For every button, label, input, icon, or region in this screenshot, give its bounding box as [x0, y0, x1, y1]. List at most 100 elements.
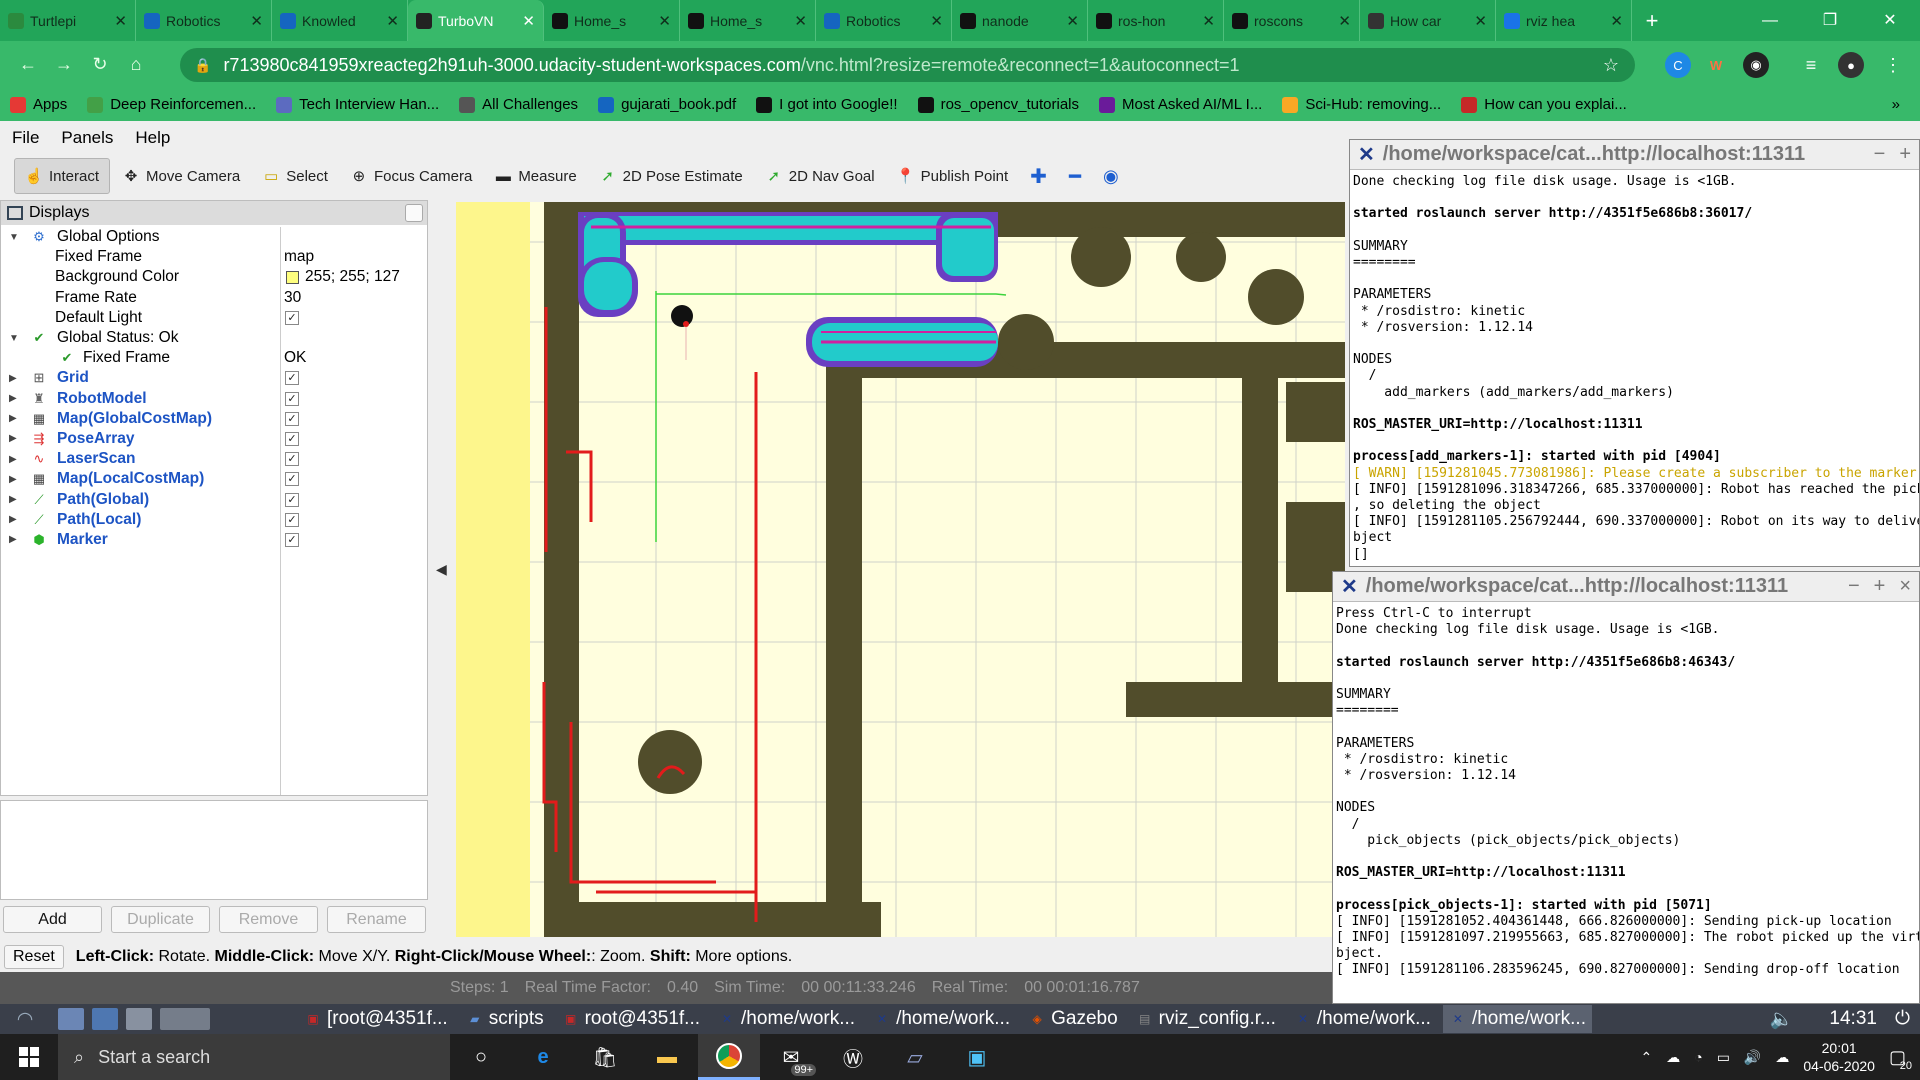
cloud-icon[interactable]: ☁	[1775, 1049, 1789, 1066]
terminal-minimize-icon[interactable]: −	[1848, 575, 1860, 598]
bookmarks-overflow-icon[interactable]: »	[1892, 96, 1900, 113]
display-row[interactable]: ▶ ⇶ PoseArray ✓	[1, 429, 427, 449]
vnc-task-item[interactable]: ▣ root@4351f...	[556, 1005, 706, 1033]
terminal-close-icon[interactable]: ×	[1899, 575, 1911, 598]
window-icon[interactable]	[126, 1008, 152, 1030]
store-icon[interactable]: 🛍	[574, 1034, 636, 1080]
display-row[interactable]: ▶ ⊞ Grid ✓	[1, 368, 427, 388]
browser-tab[interactable]: ros-hon ✕	[1088, 0, 1224, 41]
menu-panels[interactable]: Panels	[61, 128, 113, 148]
tab-close-icon[interactable]: ✕	[1338, 12, 1351, 30]
menu-kebab-icon[interactable]: ⋮	[1880, 52, 1906, 78]
camera-view-eye-icon[interactable]: ◉	[1093, 158, 1129, 194]
add-button[interactable]: Add	[3, 906, 102, 933]
display-row[interactable]: ▶ ⬢ Marker ✓	[1, 530, 427, 550]
menu-help[interactable]: Help	[135, 128, 170, 148]
display-checkbox[interactable]: ✓	[285, 411, 299, 426]
vnc-task-item[interactable]: ✕ /home/work...	[1442, 1005, 1592, 1033]
browser-tab[interactable]: rviz hea ✕	[1496, 0, 1632, 41]
display-checkbox[interactable]: ✓	[285, 532, 299, 547]
tab-close-icon[interactable]: ✕	[1202, 12, 1215, 30]
display-checkbox[interactable]: ✓	[285, 452, 299, 467]
speaker-icon[interactable]: 🔊	[1744, 1049, 1761, 1066]
remove-button[interactable]: Remove	[219, 906, 318, 933]
browser-tab[interactable]: TurboVN ✕	[408, 0, 544, 41]
display-row[interactable]: Fixed Frame map	[1, 247, 427, 267]
new-tab-button[interactable]: +	[1632, 0, 1672, 41]
collapsed-arrow-icon[interactable]: ▶	[9, 454, 17, 465]
tool-2d-pose-estimate[interactable]: ➚ 2D Pose Estimate	[589, 158, 753, 194]
display-checkbox[interactable]: ✓	[285, 391, 299, 406]
bookmark-item[interactable]: Sci-Hub: removing...	[1282, 96, 1441, 113]
add-tool-plus-icon[interactable]: ✚	[1020, 158, 1057, 194]
restore-icon[interactable]: ❐	[1800, 0, 1860, 41]
menu-file[interactable]: File	[12, 128, 39, 148]
expanded-arrow-icon[interactable]: ▼	[9, 232, 19, 243]
bookmark-item[interactable]: ros_opencv_tutorials	[917, 96, 1079, 113]
extension-icon[interactable]: C	[1665, 52, 1691, 78]
display-checkbox[interactable]: ✓	[285, 371, 299, 386]
address-bar[interactable]: 🔒 r713980c841959xreacteg2h91uh-3000.udac…	[180, 48, 1635, 82]
volume-icon[interactable]: 🔈	[1770, 1007, 1794, 1031]
tool-measure[interactable]: ▬ Measure	[484, 158, 586, 194]
collapsed-arrow-icon[interactable]: ▶	[9, 373, 17, 384]
display-row[interactable]: ▶ ♜ RobotModel ✓	[1, 389, 427, 409]
task-view-icon[interactable]: ○	[450, 1034, 512, 1080]
browser-tab[interactable]: Home_s ✕	[680, 0, 816, 41]
display-row[interactable]: ▶ ⟋ Path(Local) ✓	[1, 510, 427, 530]
tool-move-camera[interactable]: ✥ Move Camera	[112, 158, 250, 194]
settings-app-icon[interactable]	[92, 1008, 118, 1030]
mail-icon[interactable]: ✉ 99+	[760, 1034, 822, 1080]
tab-close-icon[interactable]: ✕	[1474, 12, 1487, 30]
tab-close-icon[interactable]: ✕	[250, 12, 263, 30]
windows-start-icon[interactable]	[0, 1034, 58, 1080]
tab-close-icon[interactable]: ✕	[658, 12, 671, 30]
power-icon[interactable]: ⏻	[1895, 1008, 1910, 1030]
browser-tab[interactable]: Robotics ✕	[816, 0, 952, 41]
display-row[interactable]: ▶ ▦ Map(LocalCostMap) ✓	[1, 469, 427, 489]
forward-arrow-icon[interactable]: →	[46, 54, 82, 75]
remove-tool-minus-icon[interactable]: ━	[1059, 158, 1091, 194]
collapsed-arrow-icon[interactable]: ▶	[9, 494, 17, 505]
rviz-launcher-icon[interactable]	[160, 1008, 210, 1030]
reload-icon[interactable]: ↻	[82, 54, 118, 75]
bookmark-star-icon[interactable]: ☆	[1603, 55, 1619, 76]
display-checkbox[interactable]: ✓	[285, 492, 299, 507]
display-row[interactable]: Default Light ✓	[1, 308, 427, 328]
terminal-add-markers[interactable]: ✕ /home/workspace/cat...http://localhost…	[1349, 139, 1920, 567]
files-icon[interactable]	[58, 1008, 84, 1030]
panel-close-icon[interactable]	[405, 204, 423, 222]
display-row[interactable]: ▼ ✔ Global Status: Ok	[1, 328, 427, 348]
tool-publish-point[interactable]: 📍 Publish Point	[887, 158, 1019, 194]
display-checkbox[interactable]: ✓	[285, 472, 299, 487]
tab-close-icon[interactable]: ✕	[794, 12, 807, 30]
bookmark-item[interactable]: Deep Reinforcemen...	[87, 96, 256, 113]
tool-focus-camera[interactable]: ⊕ Focus Camera	[340, 158, 482, 194]
close-window-icon[interactable]: ✕	[1860, 0, 1920, 41]
file-explorer-icon[interactable]: ▬	[636, 1034, 698, 1080]
vnc-task-item[interactable]: ◈ Gazebo	[1022, 1005, 1124, 1033]
minimize-icon[interactable]: —	[1740, 0, 1800, 41]
display-row[interactable]: Background Color 255; 255; 127	[1, 267, 427, 287]
tool-interact[interactable]: ☝ Interact	[14, 158, 111, 194]
collapsed-arrow-icon[interactable]: ▶	[9, 413, 17, 424]
color-swatch[interactable]	[286, 270, 299, 284]
browser-tab[interactable]: roscons ✕	[1224, 0, 1360, 41]
word-icon[interactable]: Ⓦ	[822, 1034, 884, 1080]
browser-tab[interactable]: Home_s ✕	[544, 0, 680, 41]
browser-tab[interactable]: Knowled ✕	[272, 0, 408, 41]
browser-tab[interactable]: Robotics ✕	[136, 0, 272, 41]
vnc-task-item[interactable]: ✕ /home/work...	[1288, 1005, 1437, 1033]
expanded-arrow-icon[interactable]: ▼	[9, 333, 19, 344]
notification-center-icon[interactable]: ▢ 20	[1889, 1047, 1912, 1072]
vnc-task-item[interactable]: ✕ /home/work...	[867, 1005, 1016, 1033]
back-arrow-icon[interactable]: ←	[10, 54, 46, 75]
bookmark-item[interactable]: All Challenges	[459, 96, 578, 113]
duplicate-button[interactable]: Duplicate	[111, 906, 210, 933]
photos-icon[interactable]: ▣	[946, 1034, 1008, 1080]
display-row[interactable]: Frame Rate 30	[1, 288, 427, 308]
collapse-panel-arrow-icon[interactable]: ◀	[436, 561, 447, 578]
chrome-icon[interactable]	[698, 1034, 760, 1080]
rename-button[interactable]: Rename	[327, 906, 426, 933]
display-row[interactable]: ▶ ⟋ Path(Global) ✓	[1, 489, 427, 509]
